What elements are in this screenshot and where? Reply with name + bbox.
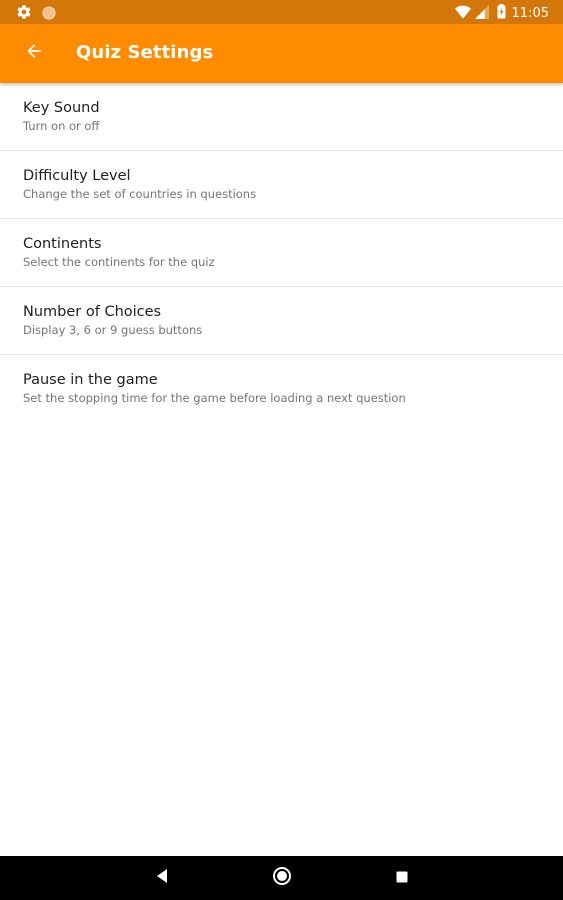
app-bar: Quiz Settings [0, 24, 563, 83]
navigation-bar [0, 856, 563, 900]
setting-title: Number of Choices [23, 304, 162, 320]
setting-summary: Select the continents for the quiz [23, 255, 215, 269]
setting-difficulty-level[interactable]: Difficulty Level Change the set of count… [0, 151, 563, 219]
setting-summary: Change the set of countries in questions [23, 187, 257, 201]
status-time: 11:05 [511, 5, 549, 21]
back-button[interactable] [19, 38, 49, 68]
page-title: Quiz Settings [76, 42, 214, 63]
setting-summary: Turn on or off [23, 119, 100, 133]
nav-recents-button[interactable] [392, 868, 412, 888]
nav-home-button[interactable] [272, 866, 292, 890]
setting-summary: Set the stopping time for the game befor… [23, 391, 406, 405]
status-bar: 11:05 [0, 0, 563, 24]
settings-gear-icon [16, 4, 32, 24]
cell-signal-icon [474, 4, 489, 23]
back-triangle-icon [155, 868, 169, 888]
setting-pause-in-the-game[interactable]: Pause in the game Set the stopping time … [0, 355, 563, 423]
recents-square-icon [395, 869, 409, 888]
setting-number-of-choices[interactable]: Number of Choices Display 3, 6 or 9 gues… [0, 287, 563, 355]
setting-title: Key Sound [23, 100, 100, 116]
setting-key-sound[interactable]: Key Sound Turn on or off [0, 83, 563, 151]
arrow-back-icon [24, 41, 44, 65]
settings-list: Key Sound Turn on or off Difficulty Leve… [0, 83, 563, 423]
notification-dot-icon [42, 5, 56, 24]
status-left [16, 4, 56, 24]
setting-title: Pause in the game [23, 372, 158, 388]
wifi-icon [454, 4, 471, 23]
status-right: 11:05 [454, 4, 549, 23]
home-circle-icon [272, 866, 292, 890]
battery-icon [497, 4, 506, 23]
nav-back-button[interactable] [152, 868, 172, 888]
setting-summary: Display 3, 6 or 9 guess buttons [23, 323, 203, 337]
setting-continents[interactable]: Continents Select the continents for the… [0, 219, 563, 287]
screen: 11:05 Quiz Settings Key Sound Turn on or… [0, 0, 563, 900]
setting-title: Continents [23, 236, 102, 252]
setting-title: Difficulty Level [23, 168, 131, 184]
